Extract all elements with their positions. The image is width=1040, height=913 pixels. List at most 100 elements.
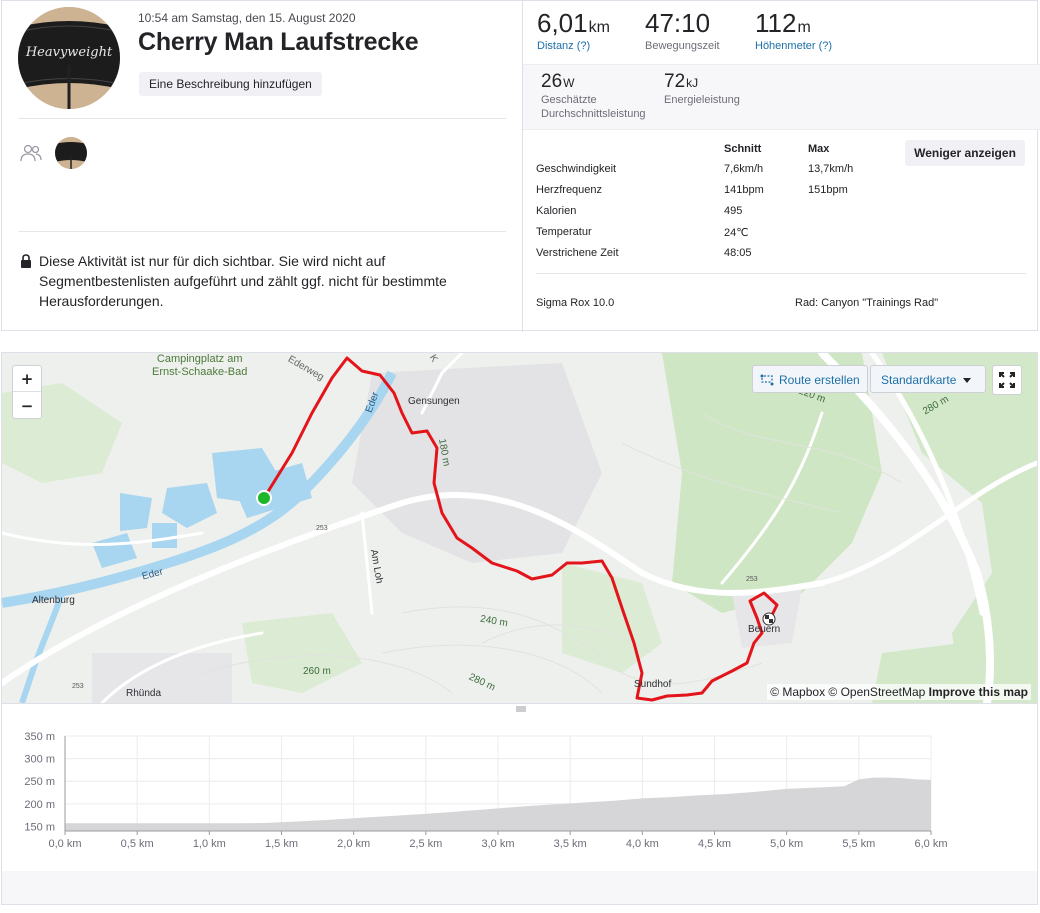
lock-icon: [21, 254, 31, 268]
group-people-icon[interactable]: [20, 144, 42, 162]
elevation-value: 112: [755, 8, 797, 38]
elevation-profile-panel: 350 m 300 m 250 m 200 m 150 m 0,0 km 0,5 km 1,0…: [1, 704, 1038, 904]
row-avg: 7,6km/h: [724, 163, 764, 175]
map-label-road-253-c: 253: [72, 683, 84, 690]
map-type-label: Standardkarte: [881, 373, 957, 387]
chevron-down-icon: [963, 378, 971, 383]
activity-map[interactable]: Campingplatz am Ernst-Schaake-Bad Ederweg…: [1, 352, 1038, 704]
improve-map-link[interactable]: Improve this map: [929, 685, 1028, 699]
y-tick-label: 200 m: [24, 799, 55, 811]
stat-distance: 6,01km Distanz (?): [537, 8, 610, 52]
device-name: Sigma Rox 10.0: [536, 297, 615, 309]
elevation-chart[interactable]: 350 m 300 m 250 m 200 m 150 m 0,0 km 0,5 km 1,0…: [2, 704, 1037, 871]
x-tick-label: 0,0 km: [48, 838, 81, 850]
divider: [1, 904, 1038, 905]
attribution-text[interactable]: © Mapbox © OpenStreetMap: [770, 685, 925, 699]
create-route-label: Route erstellen: [779, 373, 860, 387]
col-header-avg: Schnitt: [724, 143, 762, 155]
avatar-lettering: Heavyweight: [25, 45, 113, 60]
row-avg: 495: [724, 205, 743, 217]
power-unit: W: [563, 76, 575, 90]
x-tick-label: 6,0 km: [914, 838, 947, 850]
distance-value: 6,01: [537, 8, 588, 38]
moving-time-label: Bewegungszeit: [645, 40, 720, 52]
power-value: 26: [541, 71, 563, 92]
x-tick-label: 3,5 km: [554, 838, 587, 850]
privacy-notice: Diese Aktivität ist nur für dich sichtba…: [20, 251, 490, 311]
col-header-max: Max: [808, 143, 830, 155]
town-area: [92, 653, 232, 703]
map-label-altenburg: Altenburg: [32, 595, 75, 606]
x-tick-label: 4,0 km: [626, 838, 659, 850]
divider: [18, 118, 506, 119]
distance-unit: km: [588, 19, 610, 36]
x-tick-label: 4,5 km: [698, 838, 731, 850]
map-label-sundhof: Sundhof: [634, 679, 672, 690]
moving-time-value: 47:10: [645, 8, 711, 38]
stat-power: 26W Geschätzte Durchschnittsleistung: [541, 71, 646, 121]
elevation-label[interactable]: Höhenmeter (?): [755, 40, 832, 52]
x-tick-label: 1,0 km: [193, 838, 226, 850]
y-tick-label: 350 m: [24, 731, 55, 743]
map-type-select[interactable]: Standardkarte: [870, 365, 986, 393]
bike-name[interactable]: Rad: Canyon "Trainings Rad": [795, 297, 938, 309]
activity-title[interactable]: Cherry Man Laufstrecke: [138, 28, 419, 57]
zoom-control: + −: [12, 365, 42, 419]
zoom-out-button[interactable]: −: [13, 393, 41, 419]
zoom-in-button[interactable]: +: [13, 366, 41, 392]
secondary-stats: 26W Geschätzte Durchschnittsleistung 72k…: [523, 64, 1040, 130]
map-label-road-253: 253: [316, 525, 328, 532]
energy-value: 72: [664, 71, 686, 92]
map-label-road-253-b: 253: [746, 576, 758, 583]
stat-moving-time: 47:10 Bewegungszeit: [645, 8, 720, 52]
energy-unit: kJ: [686, 76, 699, 90]
activity-stats: 6,01km Distanz (?) 47:10 Bewegungszeit 1…: [522, 1, 1040, 332]
y-tick-label: 300 m: [24, 754, 55, 766]
add-description-button[interactable]: Eine Beschreibung hinzufügen: [139, 72, 322, 96]
elevation-footer: [2, 871, 1037, 904]
map-attribution: © Mapbox © OpenStreetMap Improve this ma…: [767, 684, 1031, 700]
y-tick-label: 250 m: [24, 776, 55, 788]
map-label-rhunda: Rhünda: [126, 688, 162, 699]
row-label: Geschwindigkeit: [536, 163, 617, 175]
map-canvas[interactable]: [2, 353, 1037, 703]
x-tick-label: 1,5 km: [265, 838, 298, 850]
energy-label: Energieleistung: [664, 94, 740, 106]
activity-summary: Heavyweight 10:54 am Samstag, den 15. Au…: [2, 1, 522, 332]
x-tick-label: 2,0 km: [337, 838, 370, 850]
power-label-1: Geschätzte: [541, 94, 597, 106]
x-tick-label: 5,0 km: [770, 838, 803, 850]
y-tick-label: 150 m: [24, 821, 55, 833]
row-max: 13,7km/h: [808, 163, 854, 175]
row-label: Verstrichene Zeit: [536, 247, 619, 259]
map-label-gensungen: Gensungen: [408, 396, 460, 407]
fullscreen-button[interactable]: [992, 365, 1022, 395]
create-route-button[interactable]: Route erstellen: [752, 365, 868, 393]
show-less-button[interactable]: Weniger anzeigen: [905, 140, 1025, 166]
map-label-contour-260: 260 m: [303, 666, 331, 677]
elevation-unit: m: [797, 19, 811, 36]
x-tick-label: 5,5 km: [842, 838, 875, 850]
fullscreen-icon: [999, 372, 1015, 388]
divider: [18, 231, 506, 232]
x-tick-label: 0,5 km: [121, 838, 154, 850]
row-max: 151bpm: [808, 184, 848, 196]
stat-elevation: 112m Höhenmeter (?): [755, 8, 832, 52]
row-avg: 141bpm: [724, 184, 764, 196]
athlete-avatar-small[interactable]: [55, 137, 87, 169]
row-avg: 48:05: [724, 247, 752, 259]
route-icon: [760, 374, 774, 386]
route-start-marker: [256, 490, 272, 506]
distance-label[interactable]: Distanz (?): [537, 40, 610, 52]
map-label-campingplatz: Campingplatz am Ernst-Schaake-Bad: [152, 353, 248, 378]
athlete-avatar[interactable]: Heavyweight: [18, 7, 120, 109]
power-label-2: Durchschnittsleistung: [541, 108, 646, 120]
map-label-beuern: Beuern: [748, 624, 781, 635]
activity-header-panel: Heavyweight 10:54 am Samstag, den 15. Au…: [1, 0, 1040, 332]
stat-energy: 72kJ Energieleistung: [664, 71, 740, 107]
x-tick-label: 3,0 km: [481, 838, 514, 850]
x-tick-label: 2,5 km: [409, 838, 442, 850]
row-label: Kalorien: [536, 205, 577, 217]
activity-datetime: 10:54 am Samstag, den 15. August 2020: [138, 11, 356, 25]
privacy-text: Diese Aktivität ist nur für dich sichtba…: [39, 253, 447, 309]
